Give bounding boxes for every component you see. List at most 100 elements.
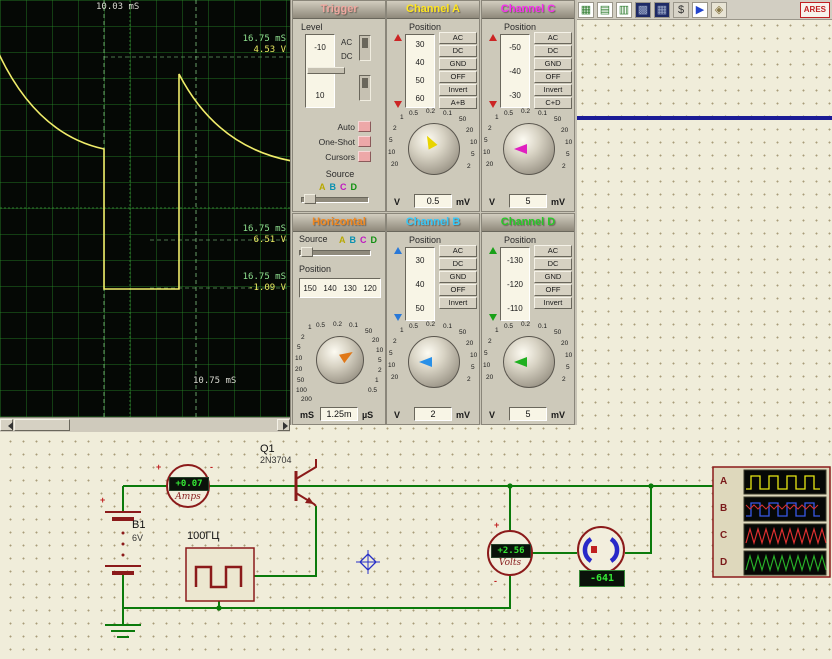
channel-c-gain-knob[interactable] [503, 123, 555, 175]
coupling-option-button[interactable]: C+D [534, 97, 572, 109]
coupling-option-button[interactable]: GND [439, 271, 477, 283]
coupling-option-button[interactable]: AC [439, 32, 477, 44]
coupling-option-button[interactable]: Invert [439, 84, 477, 96]
position-scale-value: 140 [323, 284, 336, 293]
level-scale-value: 10 [316, 91, 325, 100]
knob-scale-value: 20 [391, 161, 398, 168]
horizontal-source-slider-thumb[interactable] [301, 247, 313, 257]
oscilloscope-block[interactable] [713, 467, 830, 577]
trigger-edge-toggle[interactable] [359, 75, 371, 101]
transistor-symbol[interactable] [296, 459, 316, 506]
source-channel-letter: A [339, 235, 346, 245]
scroll-thumb[interactable] [14, 419, 70, 431]
channel-c-position-arrows[interactable] [488, 34, 498, 108]
scope-terminal-c[interactable]: C [720, 531, 727, 541]
ammeter-unit-label: Amps [169, 492, 207, 502]
coupling-option-button[interactable]: DC [439, 45, 477, 57]
coupling-option-button[interactable]: OFF [439, 284, 477, 296]
scope-terminal-d[interactable]: D [720, 558, 727, 568]
trigger-source-slider-thumb[interactable] [304, 194, 316, 204]
coupling-option-button[interactable]: Invert [534, 84, 572, 96]
coupling-option-button[interactable]: AC [534, 245, 572, 257]
trigger-source-channels[interactable]: ABCD [319, 182, 357, 192]
battery-ref[interactable]: B1 [132, 519, 145, 531]
coupling-option-button[interactable]: GND [534, 58, 572, 70]
channel-d-position-arrows[interactable] [488, 247, 498, 321]
timebase-knob[interactable] [316, 336, 364, 384]
knob-scale-value: 2 [393, 338, 397, 345]
coupling-option-button[interactable]: GND [439, 58, 477, 70]
knob-pointer-icon [411, 356, 457, 368]
channel-a-position-arrows[interactable] [393, 34, 403, 108]
coupling-option-button[interactable]: Invert [534, 297, 572, 309]
coupling-option-button[interactable]: OFF [534, 71, 572, 83]
auto-label: Auto [338, 122, 356, 132]
channel-c-position-slider[interactable]: -50-40-30 [500, 34, 530, 108]
scroll-right-button[interactable] [277, 419, 290, 431]
arrow-up-icon[interactable] [394, 34, 402, 41]
position-scale-value: 50 [416, 304, 425, 313]
auto-button[interactable] [358, 121, 371, 132]
trigger-title: Trigger [293, 1, 385, 19]
screen-scrollbar[interactable] [0, 417, 290, 432]
arrow-up-icon[interactable] [489, 34, 497, 41]
arrow-down-icon[interactable] [394, 314, 402, 321]
position-scale-value: 120 [363, 284, 376, 293]
position-scale-value: -110 [507, 304, 522, 313]
arrow-up-icon[interactable] [489, 247, 497, 254]
scroll-left-button[interactable] [0, 419, 13, 431]
battery-value[interactable]: 6V [132, 533, 143, 543]
channel-a-gain-value: 0.5 [414, 194, 452, 208]
transistor-ref[interactable]: Q1 [260, 443, 275, 455]
scope-terminal-a[interactable]: A [720, 477, 727, 487]
coupling-option-button[interactable]: AC [439, 245, 477, 257]
signal-source-label[interactable]: 100ГЦ [187, 530, 219, 542]
coupling-option-button[interactable]: DC [439, 258, 477, 270]
channel-d-gain-knob[interactable] [503, 336, 555, 388]
oscilloscope-screen: 10.03 mS 10.75 mS 16.75 mS 4.53 V 16.75 … [0, 0, 290, 417]
trigger-coupling-toggle[interactable] [359, 35, 371, 61]
trigger-source-label: Source [313, 169, 367, 179]
arrow-up-icon[interactable] [394, 247, 402, 254]
arrow-down-icon[interactable] [394, 101, 402, 108]
coupling-option-button[interactable]: A+B [439, 97, 477, 109]
coupling-option-button[interactable]: Invert [439, 297, 477, 309]
channel-b-position-arrows[interactable] [393, 247, 403, 321]
knob-scale-value: 20 [561, 127, 568, 134]
transistor-value[interactable]: 2N3704 [260, 455, 292, 465]
channel-a-gain-knob[interactable] [408, 123, 460, 175]
coupling-option-button[interactable]: DC [534, 258, 572, 270]
trigger-source-slider[interactable] [301, 197, 369, 203]
coupling-option-button[interactable]: OFF [439, 71, 477, 83]
position-scale-value: 30 [416, 40, 425, 49]
knob-scale-value: 50 [297, 377, 304, 384]
horizontal-source-slider[interactable] [299, 250, 371, 256]
knob-scale-value: 50 [365, 328, 372, 335]
ground-symbol[interactable] [105, 625, 141, 637]
coupling-option-button[interactable]: AC [534, 32, 572, 44]
knob-scale-value: 0.5 [504, 110, 513, 117]
arrow-down-icon[interactable] [489, 101, 497, 108]
ammeter-display: +0.07 [169, 477, 209, 491]
trigger-level-thumb[interactable] [307, 67, 345, 74]
cursors-button[interactable] [358, 151, 371, 162]
scope-terminal-b[interactable]: B [720, 504, 727, 514]
coupling-option-button[interactable]: DC [534, 45, 572, 57]
horizontal-position-slider[interactable]: 150140130120 [299, 278, 381, 298]
arrow-down-icon[interactable] [489, 314, 497, 321]
channel-b-gain-knob[interactable] [408, 336, 460, 388]
volts-unit-label: V [394, 197, 400, 207]
signal-source-symbol[interactable] [186, 548, 254, 601]
knob-scale-value: 10 [483, 362, 490, 369]
coupling-option-button[interactable]: GND [534, 271, 572, 283]
one-shot-button[interactable] [358, 136, 371, 147]
motor-symbol[interactable] [578, 527, 624, 573]
horizontal-source-channels[interactable]: ABCD [339, 235, 377, 245]
channel-a-position-slider[interactable]: 30405060 [405, 34, 435, 108]
channel-a-gain-area: 12510200.50.20.150201052 V 0.5 mV [387, 109, 481, 213]
coupling-option-button[interactable]: OFF [534, 284, 572, 296]
horizontal-source-label: Source [299, 234, 337, 244]
channel-b-position-slider[interactable]: 304050 [405, 247, 435, 321]
knob-scale-value: 2 [488, 338, 492, 345]
channel-d-position-slider[interactable]: -130-120-110 [500, 247, 530, 321]
